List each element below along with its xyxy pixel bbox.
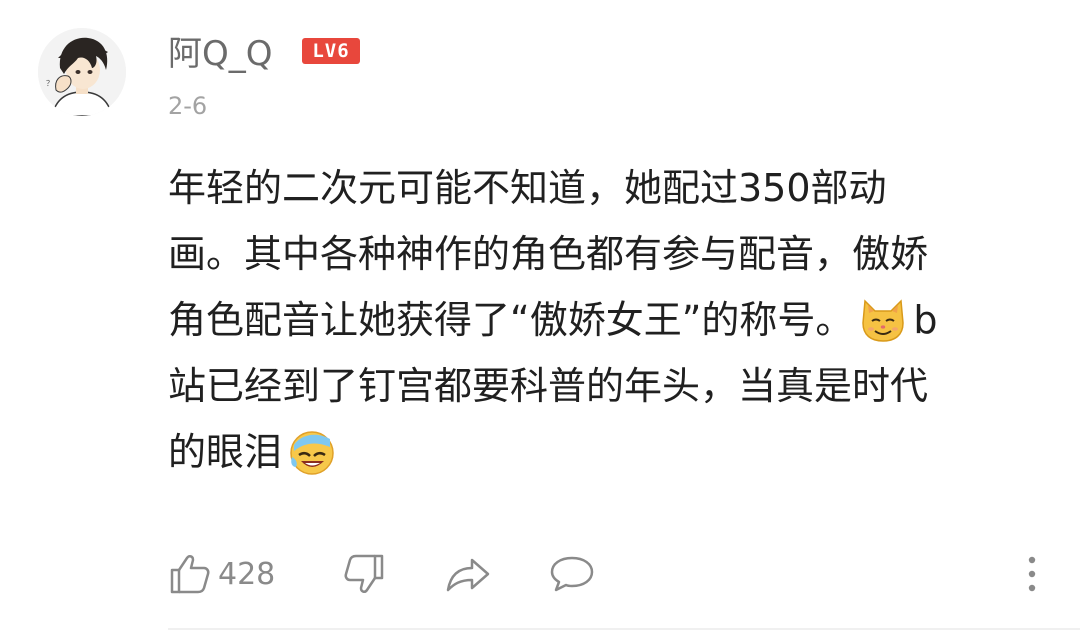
share-button[interactable]: [444, 548, 492, 600]
username[interactable]: 阿Q_Q: [168, 30, 273, 78]
comment-line-tail: b: [913, 298, 938, 342]
like-button[interactable]: 428: [168, 548, 275, 600]
comment-line: 站已经到了钉宫都要科普的年头，当真是时代: [168, 364, 929, 408]
comment-bubble-icon: [550, 556, 594, 592]
reply-button[interactable]: [548, 548, 596, 600]
avatar[interactable]: ？: [38, 28, 126, 116]
dislike-button[interactable]: [342, 548, 386, 600]
comment-line: 角色配音让她获得了“傲娇女王”的称号。 b: [168, 287, 1048, 353]
comment-line-text: 角色配音让她获得了“傲娇女王”的称号。: [168, 298, 854, 342]
comment-date: 2-6: [168, 92, 208, 120]
thumbs-down-icon: [344, 554, 384, 593]
comment-line: 年轻的二次元可能不知道，她配过350部动: [168, 166, 887, 210]
more-vertical-icon: [1028, 556, 1036, 592]
svg-text:？: ？: [46, 79, 54, 88]
more-options-button[interactable]: [1016, 548, 1048, 600]
user-avatar-image: ？: [38, 28, 126, 116]
divider: [168, 628, 1080, 630]
level-badge: LV6: [302, 38, 360, 64]
laugh-cry-emoji: [290, 430, 334, 475]
smug-cat-emoji: [862, 298, 905, 342]
comment-card: ？ 阿Q_Q LV6 2-6 年轻的二次元可能不知道，她配过350部动 画。其中…: [0, 0, 1080, 633]
comment-line-text: 的眼泪: [168, 430, 283, 474]
comment-text: 年轻的二次元可能不知道，她配过350部动 画。其中各种神作的角色都有参与配音，傲…: [168, 155, 1048, 485]
share-arrow-icon: [446, 558, 490, 592]
comment-line: 的眼泪: [168, 419, 1048, 485]
thumbs-up-icon: [170, 555, 210, 594]
comment-line: 画。其中各种神作的角色都有参与配音，傲娇: [168, 232, 929, 276]
comment-actions: 428: [168, 548, 1048, 600]
like-count: 428: [218, 556, 276, 592]
